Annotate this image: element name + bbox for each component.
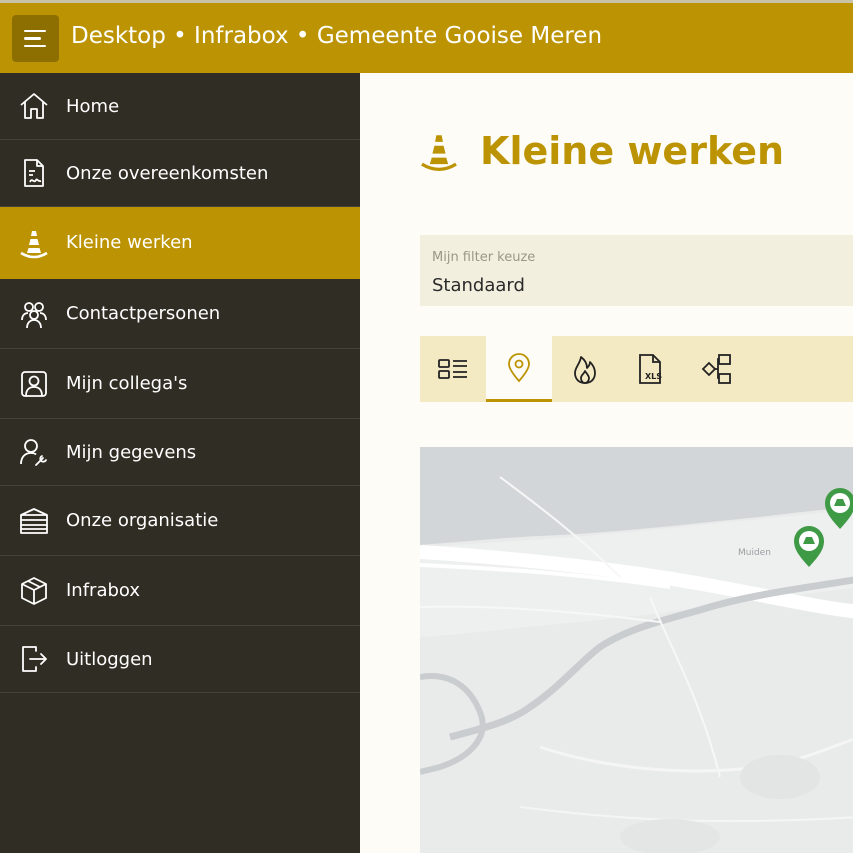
diagram-view-button[interactable] xyxy=(684,336,750,402)
filter-label: Mijn filter keuze xyxy=(432,250,536,265)
svg-text:XLS: XLS xyxy=(645,372,662,381)
flame-icon xyxy=(574,356,596,384)
sidebar-item-gegevens[interactable]: Mijn gegevens xyxy=(0,419,360,486)
main-content: Kleine werken Mijn filter keuze Standaar… xyxy=(360,73,853,853)
box-icon xyxy=(21,576,47,605)
map-view[interactable]: Muiden xyxy=(420,447,853,853)
logout-icon xyxy=(22,646,47,672)
menu-icon-line xyxy=(24,37,41,40)
sidebar-item-label: Mijn collega's xyxy=(66,373,188,394)
sidebar-item-label: Onze organisatie xyxy=(66,510,219,531)
home-icon xyxy=(20,93,48,119)
xls-export-icon: XLS xyxy=(639,354,662,384)
sidebar-item-label: Infrabox xyxy=(66,580,141,601)
map-canvas: Muiden xyxy=(420,447,853,853)
xls-export-button[interactable]: XLS xyxy=(618,336,684,402)
traffic-cone-icon xyxy=(20,230,48,258)
sidebar-item-infrabox[interactable]: Infrabox xyxy=(0,556,360,626)
sidebar-item-home[interactable]: Home xyxy=(0,73,360,140)
page-heading: Kleine werken xyxy=(418,129,784,173)
view-toolbar: XLS xyxy=(420,336,853,402)
people-icon xyxy=(21,301,47,328)
sidebar-item-organisatie[interactable]: Onze organisatie xyxy=(0,486,360,556)
menu-icon-line xyxy=(24,29,46,33)
heatmap-view-button[interactable] xyxy=(552,336,618,402)
sidebar-item-label: Home xyxy=(66,95,120,117)
sidebar-item-label: Kleine werken xyxy=(66,232,193,253)
user-settings-icon xyxy=(20,439,47,466)
contract-icon xyxy=(24,159,44,187)
sidebar-item-label: Onze overeenkomsten xyxy=(66,162,269,184)
sidebar-item-uitloggen[interactable]: Uitloggen xyxy=(0,626,360,693)
sidebar-item-label: Contactpersonen xyxy=(66,303,221,324)
top-bar: Desktop • Infrabox • Gemeente Gooise Mer… xyxy=(0,0,853,73)
sidebar-item-label: Mijn gegevens xyxy=(66,441,197,463)
map-view-button[interactable] xyxy=(486,336,552,402)
list-view-icon xyxy=(438,359,467,379)
building-icon xyxy=(20,507,48,534)
colleague-icon xyxy=(21,370,47,397)
map-place-label: Muiden xyxy=(738,548,771,558)
menu-icon-line xyxy=(24,44,46,48)
map-pin-icon xyxy=(508,352,530,382)
sidebar-item-collegas[interactable]: Mijn collega's xyxy=(0,349,360,419)
sidebar-item-overeenkomsten[interactable]: Onze overeenkomsten xyxy=(0,140,360,207)
sidebar: Home Onze overeenkomsten Kleine werken C… xyxy=(0,73,360,853)
sidebar-item-contactpersonen[interactable]: Contactpersonen xyxy=(0,279,360,349)
page-title: Kleine werken xyxy=(480,129,785,173)
sidebar-item-label: Uitloggen xyxy=(66,648,153,670)
app-title: Desktop • Infrabox • Gemeente Gooise Mer… xyxy=(71,23,603,49)
diagram-icon xyxy=(701,354,731,384)
traffic-cone-icon xyxy=(421,135,457,172)
menu-button[interactable] xyxy=(12,15,59,62)
filter-select[interactable]: Mijn filter keuze Standaard xyxy=(420,235,853,306)
list-view-button[interactable] xyxy=(420,336,486,402)
filter-value: Standaard xyxy=(432,275,525,296)
sidebar-item-kleine-werken[interactable]: Kleine werken xyxy=(0,207,360,279)
